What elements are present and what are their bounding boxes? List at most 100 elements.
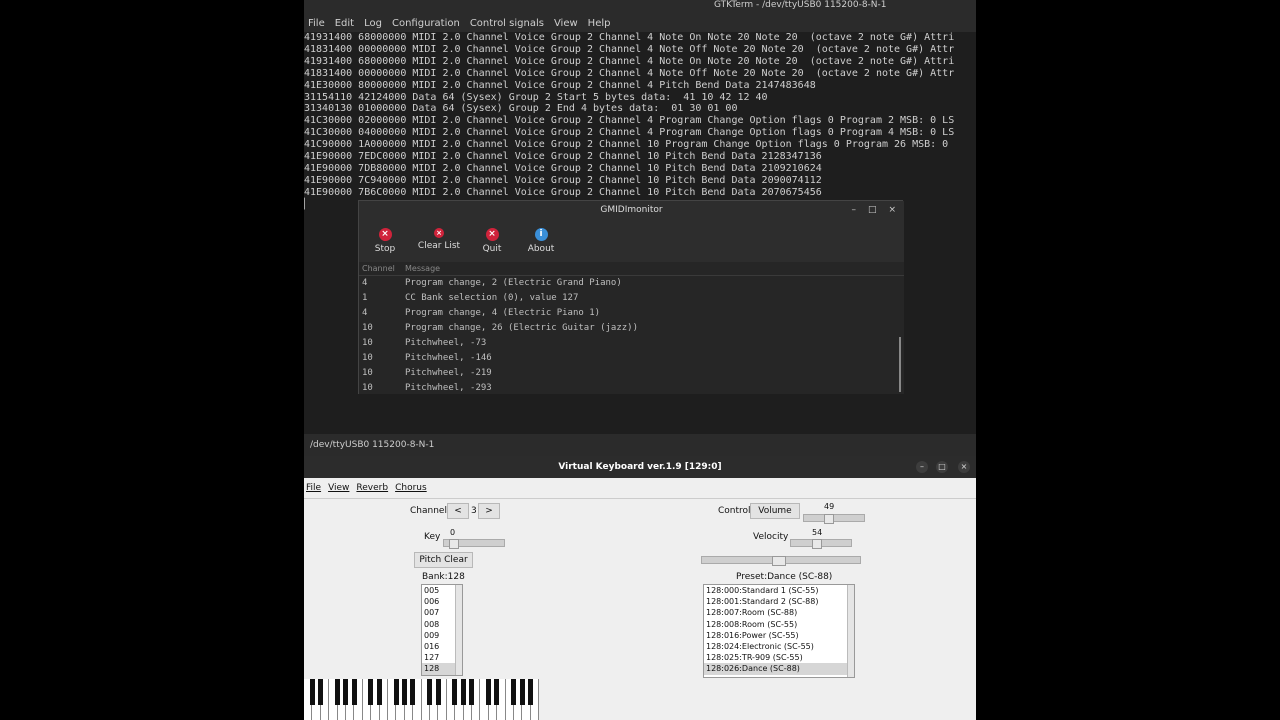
piano-black-key[interactable] xyxy=(318,679,323,705)
piano-black-key[interactable] xyxy=(469,679,475,705)
clear-list-button[interactable]: × Clear List xyxy=(414,228,464,251)
maximize-icon[interactable]: □ xyxy=(936,461,948,473)
list-item[interactable]: 128:008:Room (SC-55) xyxy=(704,619,854,630)
list-item[interactable]: 4 Program change, 2 (Electric Grand Piano… xyxy=(359,276,904,291)
piano-black-key[interactable] xyxy=(402,679,407,705)
menu-view[interactable]: View xyxy=(554,18,578,29)
menu-chorus[interactable]: Chorus xyxy=(395,483,427,493)
row-channel: 4 xyxy=(362,308,368,318)
list-item[interactable]: 128:000:Standard 1 (SC-55) xyxy=(704,585,854,596)
row-channel: 10 xyxy=(362,323,373,333)
terminal-line: 41E90000 7C940000 MIDI 2.0 Channel Voice… xyxy=(304,174,822,186)
piano-black-key[interactable] xyxy=(427,679,433,705)
menu-configuration[interactable]: Configuration xyxy=(392,18,460,29)
stop-button[interactable]: × Stop xyxy=(360,228,410,254)
list-item[interactable]: 128:024:Electronic (SC-55) xyxy=(704,641,854,652)
volume-slider[interactable] xyxy=(803,514,865,524)
preset-list[interactable]: 128:000:Standard 1 (SC-55) 128:001:Stand… xyxy=(703,584,855,678)
quit-button[interactable]: × Quit xyxy=(467,228,517,254)
list-item[interactable]: 10 Pitchwheel, -293 xyxy=(359,381,904,396)
quit-icon: × xyxy=(485,228,499,241)
bank-scrollbar[interactable] xyxy=(455,585,462,675)
terminal-line: 31340130 01000000 Data 64 (Sysex) Group … xyxy=(304,103,738,115)
piano-black-key[interactable] xyxy=(519,679,525,705)
piano-black-key[interactable] xyxy=(376,679,382,705)
menu-reverb[interactable]: Reverb xyxy=(356,483,388,493)
list-item[interactable]: 128:025:TR-909 (SC-55) xyxy=(704,652,854,663)
velocity-slider-thumb[interactable] xyxy=(812,539,822,549)
bank-list[interactable]: 005 006 007 008 009 016 127 128 xyxy=(421,584,463,676)
piano-black-key[interactable] xyxy=(343,679,349,705)
piano-black-key[interactable] xyxy=(309,679,315,705)
vkbd-menubar: File View Reverb Chorus xyxy=(304,478,976,499)
velocity-value: 54 xyxy=(812,528,823,537)
piano-black-key[interactable] xyxy=(334,679,340,705)
list-item[interactable]: 128:001:Standard 2 (SC-88) xyxy=(704,596,854,607)
menu-edit[interactable]: Edit xyxy=(335,18,354,29)
list-item[interactable]: 10 Pitchwheel, -219 xyxy=(359,366,904,381)
menu-file[interactable]: File xyxy=(308,18,325,29)
preset-scrollbar[interactable] xyxy=(847,585,854,677)
volume-button[interactable]: Volume xyxy=(750,503,800,519)
piano-black-key[interactable] xyxy=(486,679,491,705)
row-channel: 10 xyxy=(362,353,373,363)
row-channel: 4 xyxy=(362,278,368,288)
channel-prev-button[interactable]: < xyxy=(447,503,469,519)
volume-slider-thumb[interactable] xyxy=(824,514,834,524)
key-slider[interactable] xyxy=(443,539,505,549)
stop-icon: × xyxy=(378,228,392,241)
key-slider-thumb[interactable] xyxy=(449,539,459,549)
velocity-slider[interactable] xyxy=(790,539,852,549)
list-item[interactable]: 128:007:Room (SC-88) xyxy=(704,607,854,618)
list-item[interactable]: 128:026:Dance (SC-88) xyxy=(704,663,854,675)
list-item[interactable]: 10 Program change, 26 (Electric Guitar (j… xyxy=(359,321,904,336)
minimize-icon[interactable]: – xyxy=(916,461,928,473)
menu-log[interactable]: Log xyxy=(364,18,382,29)
bank-label: Bank:128 xyxy=(422,572,465,582)
piano-black-key[interactable] xyxy=(511,679,517,705)
about-label: About xyxy=(527,244,555,254)
message-list[interactable]: Channel Message 4 Program change, 2 (Elect… xyxy=(359,262,904,394)
piano-black-key[interactable] xyxy=(351,679,357,705)
row-message: Pitchwheel, -219 xyxy=(405,368,492,378)
close-icon[interactable]: × xyxy=(958,461,970,473)
list-item[interactable]: 4 Program change, 4 (Electric Piano 1) xyxy=(359,306,904,321)
maximize-icon[interactable]: □ xyxy=(868,205,877,215)
list-item[interactable]: 10 Pitchwheel, -73 xyxy=(359,336,904,351)
channel-column-header[interactable]: Channel xyxy=(362,262,395,275)
row-message: Pitchwheel, -146 xyxy=(405,353,492,363)
piano-black-key[interactable] xyxy=(494,679,500,705)
menu-view[interactable]: View xyxy=(328,483,349,493)
piano-keyboard[interactable] xyxy=(304,679,540,720)
menu-control-signals[interactable]: Control signals xyxy=(470,18,544,29)
piano-black-key[interactable] xyxy=(410,679,416,705)
pitch-slider-thumb[interactable] xyxy=(772,556,786,566)
channel-next-button[interactable]: > xyxy=(478,503,500,519)
piano-black-key[interactable] xyxy=(435,679,441,705)
piano-black-key[interactable] xyxy=(368,679,374,705)
terminal-line: 41931400 68000000 MIDI 2.0 Channel Voice… xyxy=(304,32,955,43)
row-message: Program change, 26 (Electric Guitar (jaz… xyxy=(405,323,638,333)
piano-black-key[interactable] xyxy=(528,679,533,705)
quit-label: Quit xyxy=(482,244,502,254)
pitch-slider[interactable] xyxy=(701,556,861,566)
preset-label: Preset:Dance (SC-88) xyxy=(736,572,833,582)
close-icon[interactable]: × xyxy=(888,205,896,215)
about-button[interactable]: i About xyxy=(516,228,566,254)
minimize-icon[interactable]: – xyxy=(851,205,856,215)
list-item[interactable]: 10 Pitchwheel, -146 xyxy=(359,351,904,366)
menu-help[interactable]: Help xyxy=(588,18,611,29)
piano-black-key[interactable] xyxy=(393,679,399,705)
terminal-line: 41C30000 04000000 MIDI 2.0 Channel Voice… xyxy=(304,127,955,139)
piano-black-key[interactable] xyxy=(452,679,458,705)
row-channel: 10 xyxy=(362,368,373,378)
list-item[interactable]: 128:016:Power (SC-55) xyxy=(704,630,854,641)
pitch-clear-button[interactable]: Pitch Clear xyxy=(414,552,473,568)
list-scrollbar[interactable] xyxy=(899,337,901,392)
message-column-header[interactable]: Message xyxy=(405,262,440,275)
gtkterm-titlebar: GTKTerm - /dev/ttyUSB0 115200-8-N-1 xyxy=(304,0,976,16)
list-item[interactable]: 1 CC Bank selection (0), value 127 xyxy=(359,291,904,306)
piano-black-key[interactable] xyxy=(460,679,466,705)
menu-file[interactable]: File xyxy=(306,483,321,493)
stop-label: Stop xyxy=(374,244,396,254)
